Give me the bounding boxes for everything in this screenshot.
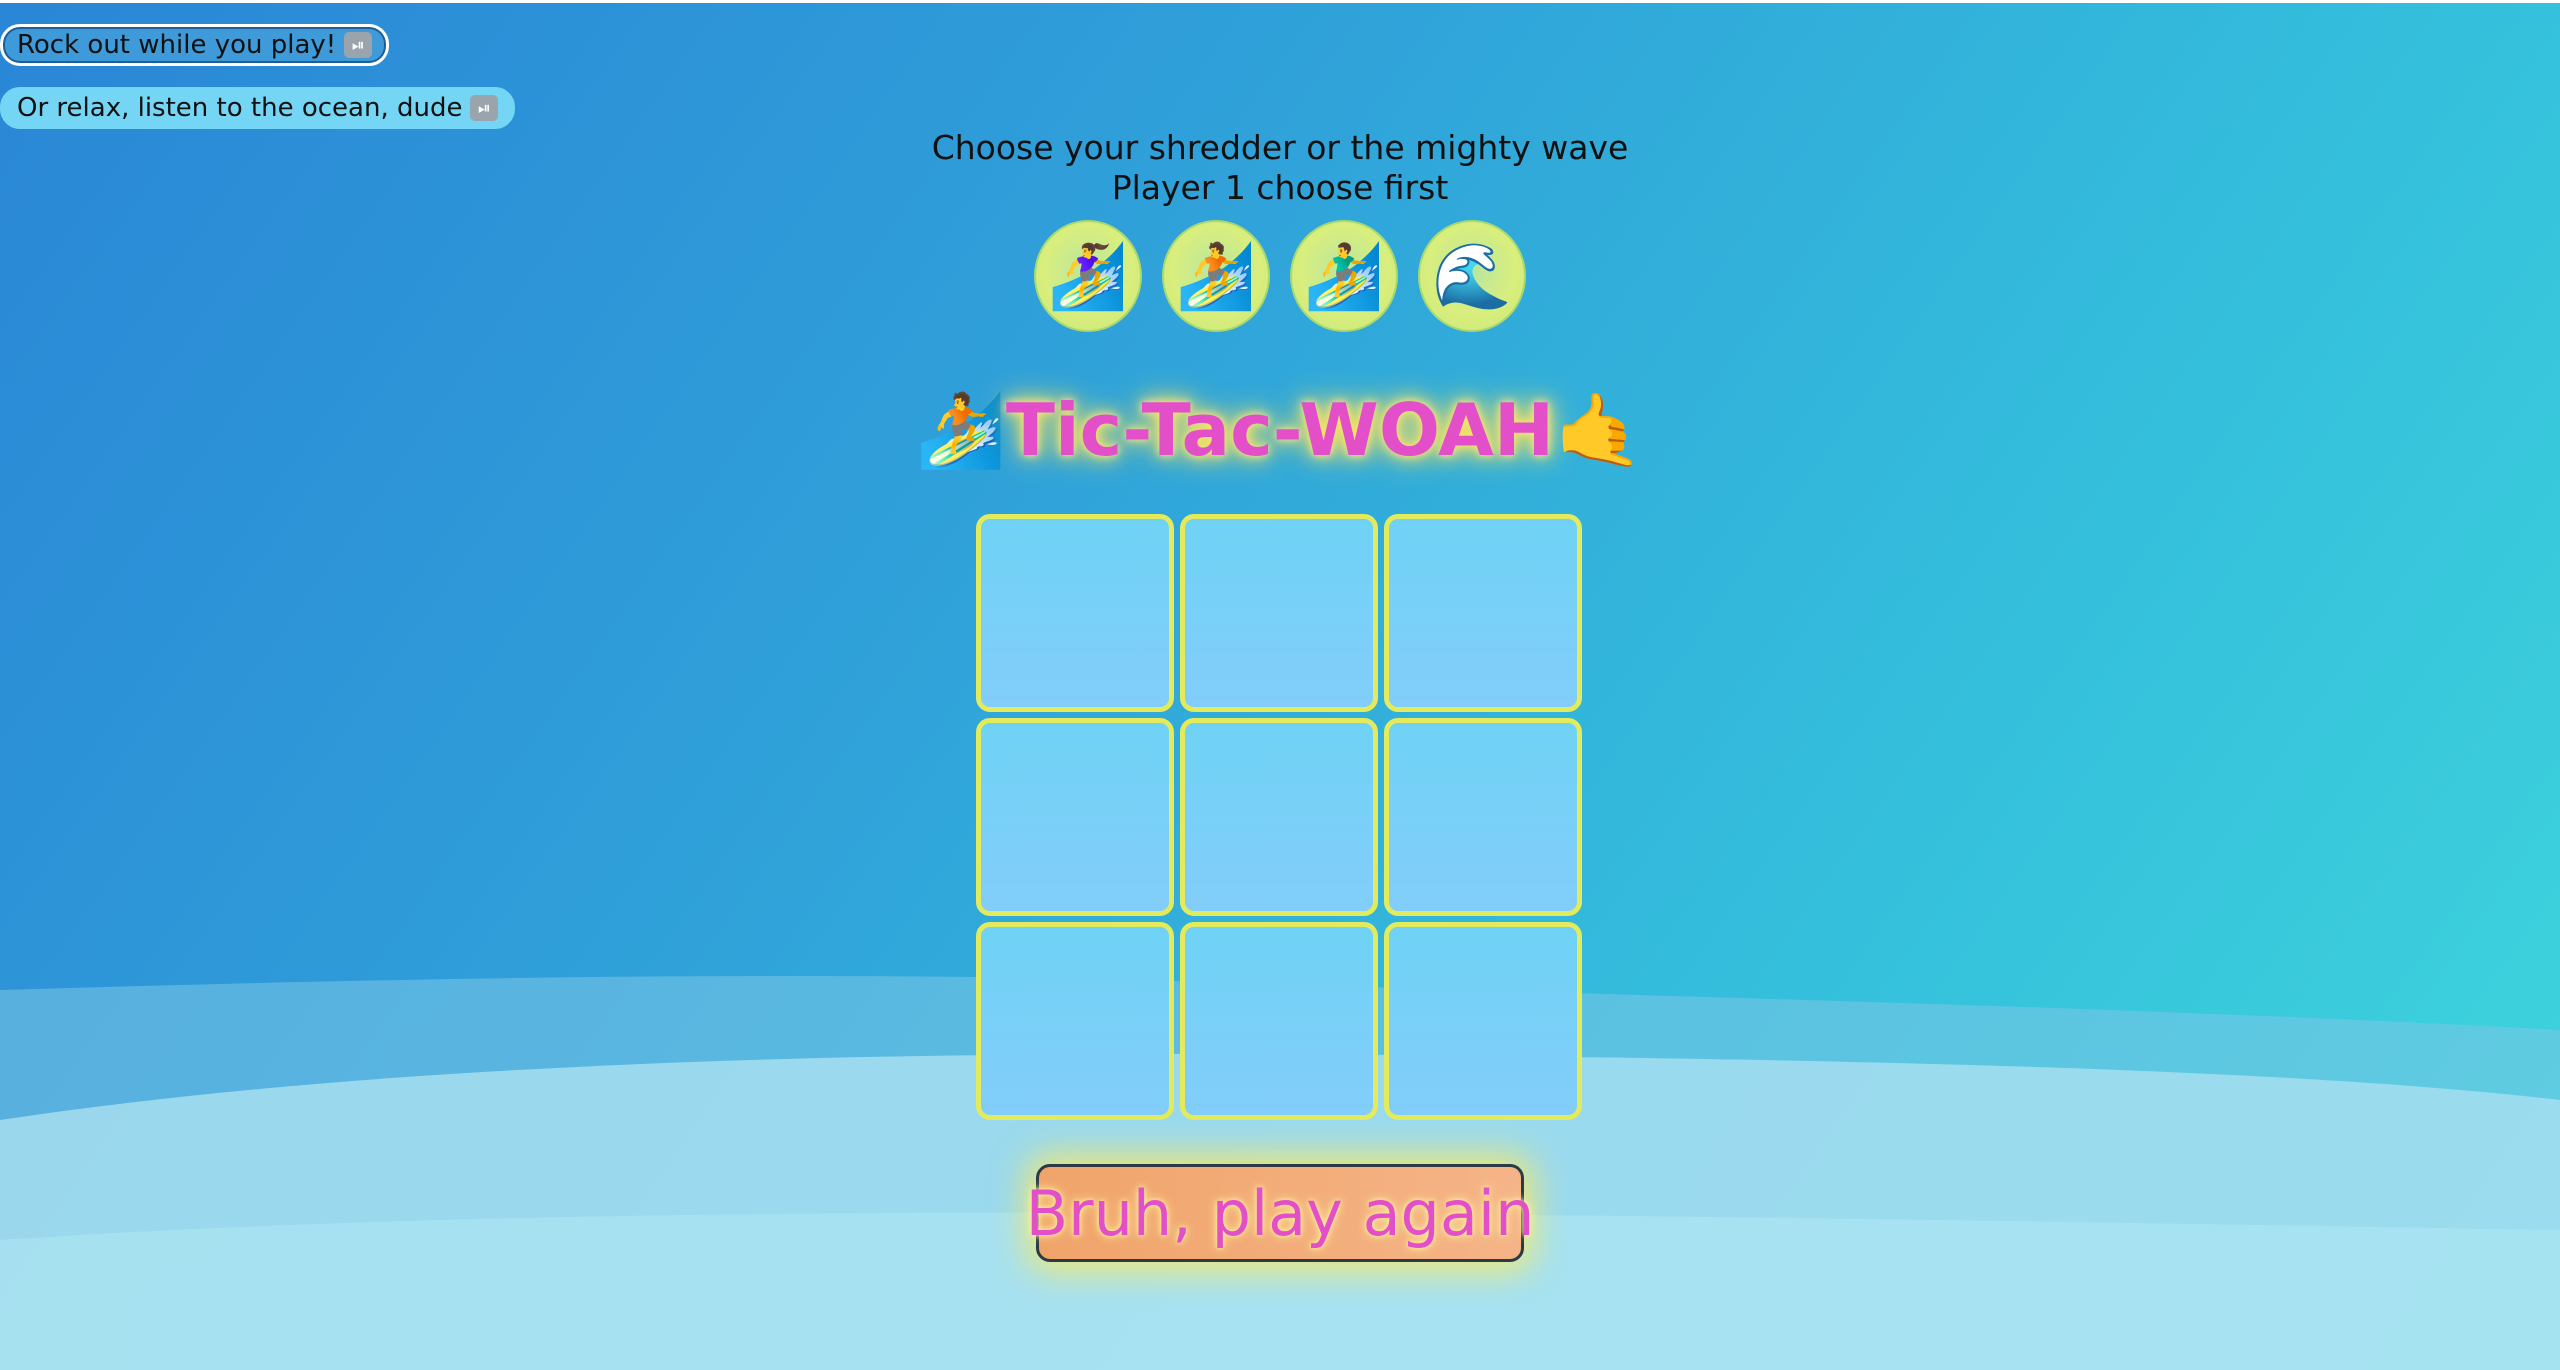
game-board — [976, 514, 1582, 1120]
play-pause-icon: ⏯ — [470, 95, 499, 121]
board-cell-2[interactable] — [1180, 514, 1378, 712]
board-cell-7[interactable] — [976, 922, 1174, 1120]
board-cell-8[interactable] — [1180, 922, 1378, 1120]
board-cell-4[interactable] — [976, 718, 1174, 916]
surfer-icon[interactable]: 🏄 — [1162, 220, 1270, 332]
shaka-hand-icon: 🤙 — [1554, 388, 1644, 472]
chooser-prompt: Choose your shredder or the mighty wave — [931, 128, 1629, 167]
ocean-sound-toggle[interactable]: Or relax, listen to the ocean, dude ⏯ — [0, 87, 516, 129]
board-cell-5[interactable] — [1180, 718, 1378, 916]
rock-music-toggle[interactable]: Rock out while you play! ⏯ — [0, 24, 390, 66]
board-cell-1[interactable] — [976, 514, 1174, 712]
surfer-icon: 🏄 — [916, 388, 1006, 472]
turn-indicator: Player 1 choose first — [1111, 168, 1449, 207]
avatar-options: 🏄‍♀️ 🏄 🏄‍♂️ 🌊 — [1034, 220, 1526, 332]
surfer-woman-icon[interactable]: 🏄‍♀️ — [1034, 220, 1142, 332]
game-title-text: Tic-Tac-WOAH — [1005, 388, 1555, 472]
board-cell-6[interactable] — [1384, 718, 1582, 916]
board-cell-3[interactable] — [1384, 514, 1582, 712]
play-again-button[interactable]: Bruh, play again — [1026, 1164, 1534, 1262]
wave-icon[interactable]: 🌊 — [1418, 220, 1526, 332]
player-chooser: Choose your shredder or the mighty wave … — [930, 128, 1630, 208]
ocean-sound-label: Or relax, listen to the ocean, dude — [17, 93, 463, 123]
board-cell-9[interactable] — [1384, 922, 1582, 1120]
play-pause-icon: ⏯ — [344, 32, 373, 58]
surfer-man-icon[interactable]: 🏄‍♂️ — [1290, 220, 1398, 332]
game-title: 🏄Tic-Tac-WOAH🤙 — [880, 380, 1680, 480]
rock-music-label: Rock out while you play! — [17, 30, 337, 60]
